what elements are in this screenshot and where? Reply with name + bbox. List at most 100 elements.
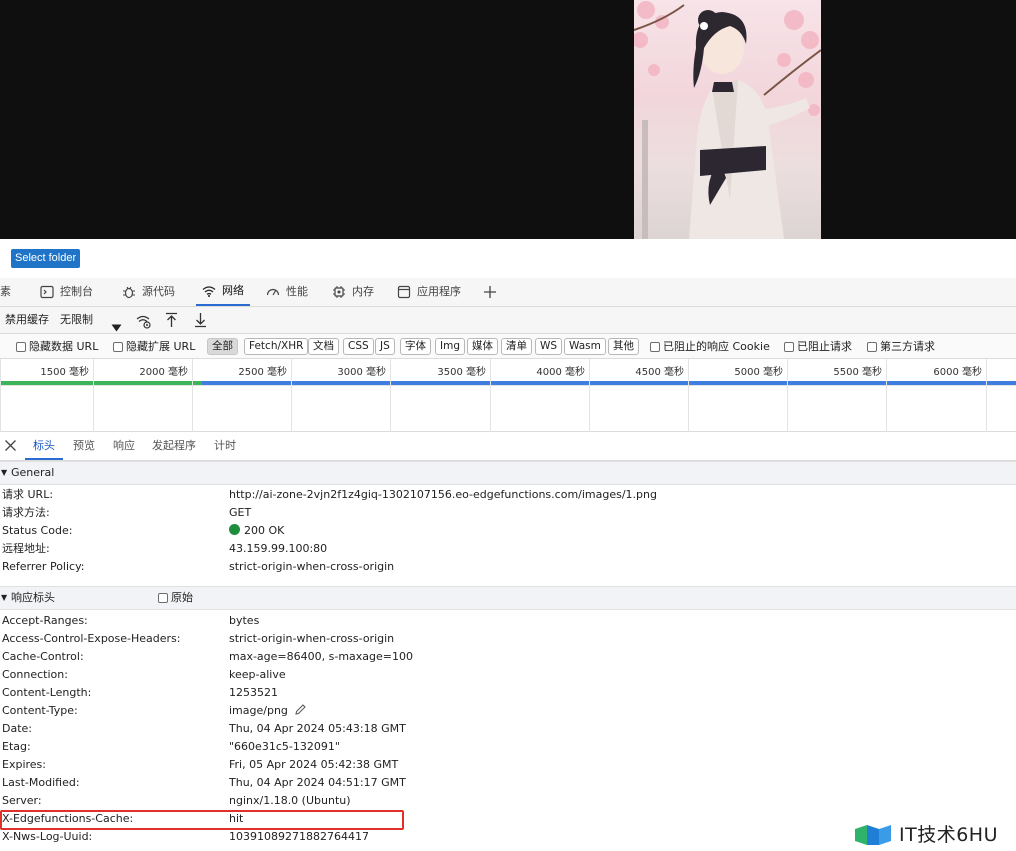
blocked-requests-checkbox[interactable]: 已阻止请求 (784, 338, 852, 355)
header-value: strict-origin-when-cross-origin (229, 560, 395, 573)
tab-network[interactable]: 网络 (196, 278, 250, 306)
watermark: IT技术6HU (853, 817, 1013, 849)
general-row: 远程地址: 43.159.99.100:80 (0, 540, 1016, 558)
select-folder-button[interactable]: Select folder (11, 249, 81, 268)
header-key: Expires: (2, 758, 46, 771)
add-tab-button[interactable] (483, 278, 497, 306)
filter-all[interactable]: 全部 (207, 338, 238, 355)
filter-css[interactable]: CSS (343, 338, 374, 355)
checkbox-box (784, 341, 794, 352)
hide-data-url-checkbox[interactable]: 隐藏数据 URL (16, 338, 98, 355)
tick-label: 3500 毫秒 (437, 367, 486, 378)
checkbox-label: 第三方请求 (880, 340, 935, 353)
tick-label: 4000 毫秒 (536, 367, 585, 378)
general-row: 请求方法: GET (0, 504, 1016, 522)
tab-response[interactable]: 响应 (113, 432, 135, 460)
header-value: 1253521 (229, 686, 278, 699)
timeline-tick: 3500 毫秒 (390, 359, 490, 432)
content-type-value: image/png (229, 702, 307, 720)
general-row: Status Code: 200 OK (0, 522, 1016, 540)
header-key: Etag: (2, 740, 31, 753)
tab-initiator[interactable]: 发起程序 (152, 432, 196, 460)
filter-fetch-xhr[interactable]: Fetch/XHR (244, 338, 309, 355)
watermark-logo-icon (855, 825, 891, 845)
section-title: 响应标头 (11, 591, 55, 604)
export-har-icon[interactable] (194, 312, 207, 328)
tick-label: 6000 毫秒 (933, 367, 982, 378)
devtools-panel: 素 控制台 源代码 网络 性能 内存 应用程序 禁用缓存 无限制 隐藏数据 UR… (0, 278, 1016, 851)
third-party-checkbox[interactable]: 第三方请求 (867, 338, 935, 355)
response-headers-section-header[interactable]: ▼ 响应标头 原始 (0, 586, 1016, 610)
general-section-header[interactable]: ▼ General (0, 461, 1016, 485)
header-key: Connection: (2, 668, 68, 681)
filter-wasm[interactable]: Wasm (564, 338, 606, 355)
wifi-icon (202, 286, 216, 297)
network-conditions-icon[interactable] (136, 313, 151, 329)
tick-label: 5500 毫秒 (833, 367, 882, 378)
header-value: "660e31c5-132091" (229, 740, 340, 753)
status-value: 200 OK (229, 522, 284, 540)
timeline-tick: 5500 毫秒 (787, 359, 886, 432)
tab-performance[interactable]: 性能 (266, 278, 308, 306)
throttling-dropdown-icon[interactable] (111, 316, 122, 332)
triangle-down-icon: ▼ (1, 593, 8, 602)
header-value: Thu, 04 Apr 2024 04:51:17 GMT (229, 776, 406, 789)
checkbox-box (867, 341, 877, 352)
tab-elements[interactable]: 素 (0, 278, 11, 306)
import-har-icon[interactable] (165, 312, 178, 328)
timeline-tick: 6000 毫秒 (886, 359, 986, 432)
response-header-row: Access-Control-Expose-Headers: strict-or… (0, 630, 1016, 648)
filter-doc[interactable]: 文档 (308, 338, 339, 355)
timeline-tick: 2000 毫秒 (93, 359, 192, 432)
disable-cache-label[interactable]: 禁用缓存 (5, 307, 49, 333)
tab-timing[interactable]: 计时 (214, 432, 236, 460)
filter-js[interactable]: JS (375, 338, 395, 355)
raw-checkbox[interactable]: 原始 (158, 587, 193, 609)
response-header-row: Content-Type: image/png (0, 702, 1016, 720)
watermark-text: IT技术6HU (899, 823, 998, 846)
header-key: Accept-Ranges: (2, 614, 88, 627)
throttling-select[interactable]: 无限制 (60, 307, 93, 333)
timeline-tick: 3000 毫秒 (291, 359, 390, 432)
filter-other[interactable]: 其他 (608, 338, 639, 355)
section-title: General (11, 466, 55, 479)
header-value: GET (229, 506, 252, 519)
status-text: 200 OK (244, 524, 285, 537)
tab-label: 网络 (222, 284, 244, 297)
tab-headers[interactable]: 标头 (25, 432, 63, 460)
tab-preview[interactable]: 预览 (73, 432, 95, 460)
blocked-cookies-checkbox[interactable]: 已阻止的响应 Cookie (650, 338, 770, 355)
checkbox-box (158, 593, 168, 603)
tab-label: 素 (0, 285, 11, 298)
close-icon[interactable] (4, 439, 17, 453)
header-value: http://ai-zone-2vjn2f1z4giq-1302107156.e… (229, 488, 657, 501)
general-row: Referrer Policy: strict-origin-when-cros… (0, 558, 1016, 576)
checkbox-label: 已阻止请求 (797, 340, 852, 353)
response-header-row: Content-Length: 1253521 (0, 684, 1016, 702)
tab-label: 控制台 (60, 285, 93, 298)
tab-console[interactable]: 控制台 (40, 278, 93, 306)
header-value: 10391089271882764417 (229, 830, 369, 843)
timeline-tick: 2500 毫秒 (192, 359, 291, 432)
filter-ws[interactable]: WS (535, 338, 563, 355)
header-value: max-age=86400, s-maxage=100 (229, 650, 413, 663)
header-value: image/png (229, 704, 288, 717)
tick-label: 3000 毫秒 (337, 367, 386, 378)
page-viewport (0, 0, 1016, 239)
tab-application[interactable]: 应用程序 (397, 278, 461, 306)
console-icon (40, 285, 54, 299)
tick-label: 1500 毫秒 (40, 367, 89, 378)
hide-extension-url-checkbox[interactable]: 隐藏扩展 URL (113, 338, 195, 355)
tab-sources[interactable]: 源代码 (122, 278, 175, 306)
pencil-edit-icon[interactable] (294, 703, 307, 716)
general-row: 请求 URL: http://ai-zone-2vjn2f1z4giq-1302… (0, 486, 1016, 504)
filter-media[interactable]: 媒体 (467, 338, 498, 355)
filter-manifest[interactable]: 清单 (501, 338, 532, 355)
header-value: Thu, 04 Apr 2024 05:43:18 GMT (229, 722, 406, 735)
network-filter-bar: 隐藏数据 URL 隐藏扩展 URL 全部 Fetch/XHR 文档 CSS JS… (0, 334, 1016, 359)
network-overview-timeline[interactable]: 1500 毫秒 2000 毫秒 2500 毫秒 3000 毫秒 3500 毫秒 … (0, 359, 1016, 432)
tab-memory[interactable]: 内存 (332, 278, 374, 306)
filter-font[interactable]: 字体 (400, 338, 431, 355)
filter-img[interactable]: Img (435, 338, 465, 355)
header-value: nginx/1.18.0 (Ubuntu) (229, 794, 351, 807)
